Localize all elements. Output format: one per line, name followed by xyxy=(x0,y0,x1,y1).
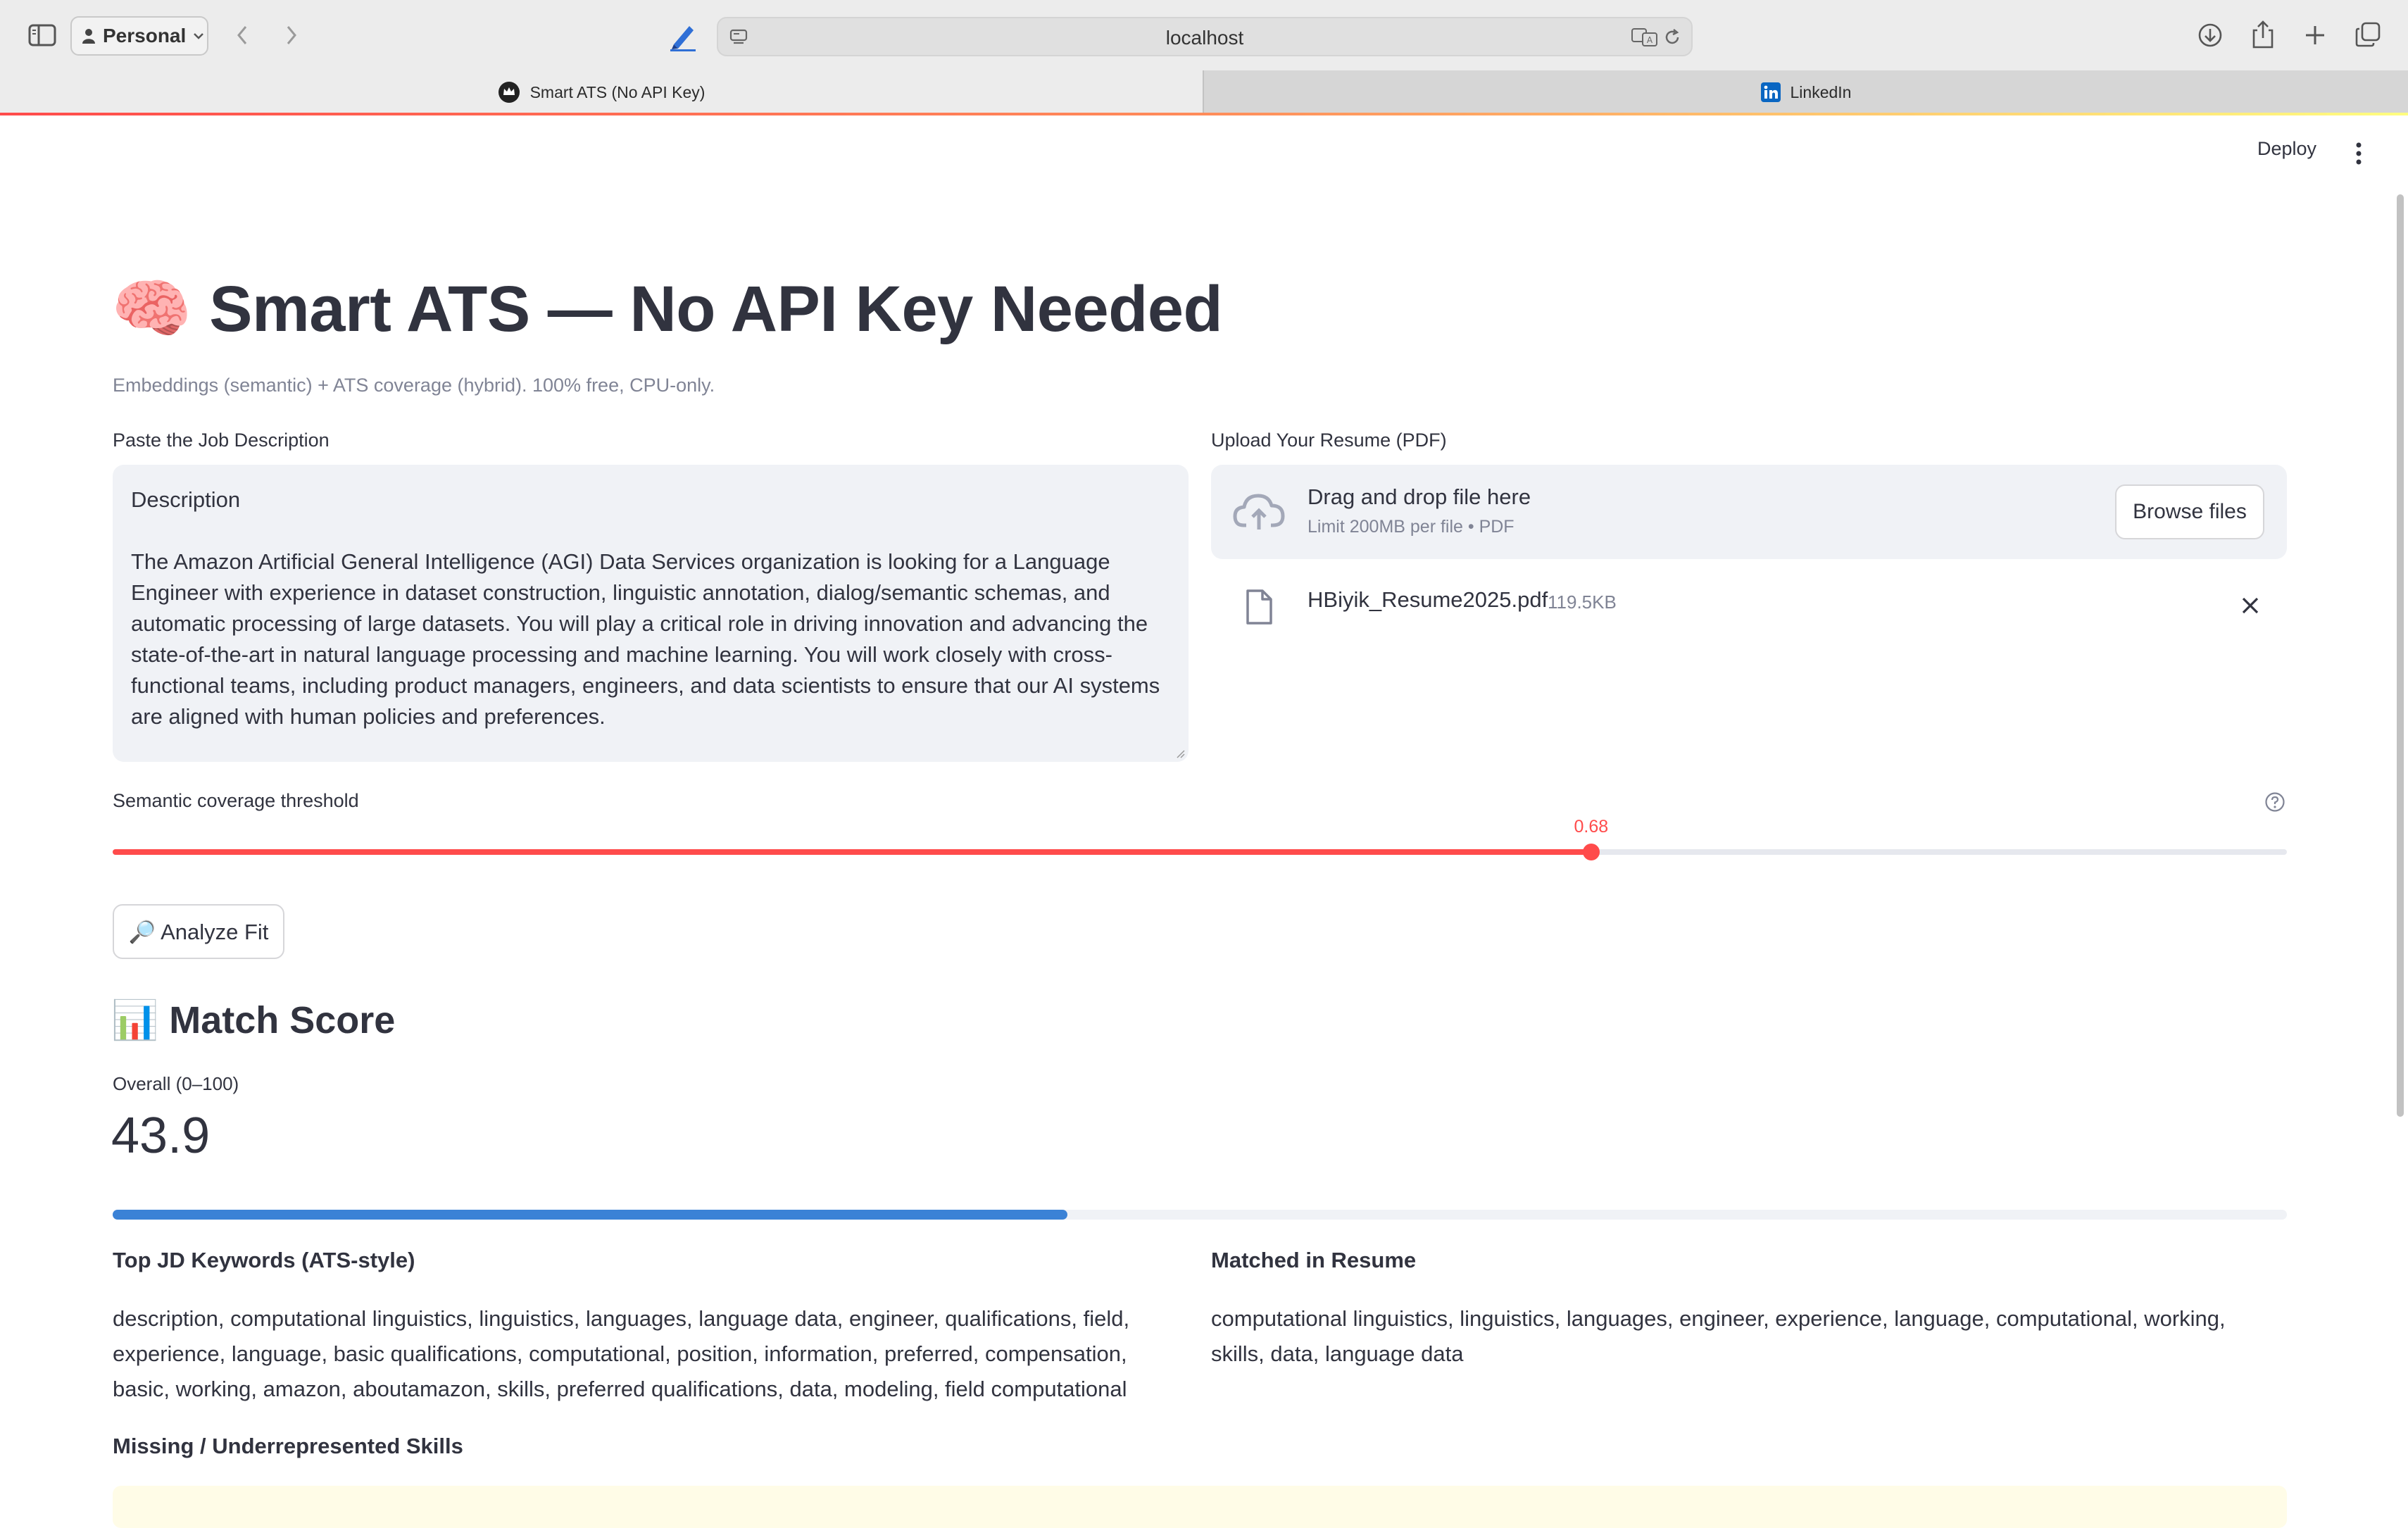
person-icon xyxy=(82,29,95,44)
sidebar-toggle-icon[interactable] xyxy=(27,21,58,49)
page-scrollbar[interactable] xyxy=(2397,194,2404,1117)
resize-handle-icon[interactable] xyxy=(1176,749,1186,759)
address-bar[interactable]: localhost A xyxy=(717,17,1693,56)
svg-text:A: A xyxy=(1647,35,1653,45)
missing-skills-heading: Missing / Underrepresented Skills xyxy=(113,1434,463,1458)
match-score-heading: 📊 Match Score xyxy=(111,999,396,1041)
score-progress-bar xyxy=(113,1210,2287,1220)
help-icon[interactable] xyxy=(2264,791,2285,813)
deploy-button[interactable]: Deploy xyxy=(2257,138,2316,160)
forward-icon[interactable] xyxy=(279,21,304,49)
url-text: localhost xyxy=(1165,27,1244,49)
slider-label: Semantic coverage threshold xyxy=(113,790,359,811)
metric-value: 43.9 xyxy=(111,1108,211,1164)
main-menu-icon[interactable] xyxy=(2354,141,2363,170)
tab-label: Smart ATS (No API Key) xyxy=(529,82,706,101)
top-keywords-heading: Top JD Keywords (ATS-style) xyxy=(113,1248,415,1272)
tab-label: LinkedIn xyxy=(1790,82,1852,101)
app-header-decoration xyxy=(0,113,2408,115)
job-description-textarea[interactable]: Description The Amazon Artificial Genera… xyxy=(113,465,1189,762)
threshold-slider[interactable] xyxy=(113,844,2287,860)
uploaded-file-name: HBiyik_Resume2025.pdf xyxy=(1308,587,1548,612)
upload-label: Upload Your Resume (PDF) xyxy=(1211,430,1447,451)
slider-thumb[interactable] xyxy=(1582,844,1600,860)
jd-heading: Description xyxy=(131,487,241,512)
missing-skills-alert xyxy=(113,1486,2287,1528)
back-icon[interactable] xyxy=(230,21,255,49)
slider-value-label: 0.68 xyxy=(1574,817,1609,837)
remove-file-icon[interactable] xyxy=(2240,596,2260,615)
profile-button[interactable]: Personal xyxy=(70,16,208,56)
reload-icon[interactable] xyxy=(1662,27,1683,48)
new-tab-icon[interactable] xyxy=(2301,21,2329,49)
dropzone-title: Drag and drop file here xyxy=(1308,484,1531,509)
chevron-down-icon xyxy=(194,33,204,39)
top-keywords-text: description, computational linguistics, … xyxy=(113,1306,1130,1401)
streamlit-crown-icon xyxy=(498,82,520,103)
score-progress-fill xyxy=(113,1210,1067,1220)
matched-keywords-text: computational linguistics, linguistics, … xyxy=(1211,1306,2226,1366)
file-icon xyxy=(1246,589,1272,625)
share-icon[interactable] xyxy=(2249,18,2277,51)
tab-linkedin[interactable]: LinkedIn xyxy=(1203,70,2408,114)
markup-pen-icon[interactable] xyxy=(666,18,701,54)
profile-label: Personal xyxy=(103,25,187,46)
metric-label: Overall (0–100) xyxy=(113,1073,239,1094)
slider-fill xyxy=(113,849,1591,855)
translate-icon[interactable]: A xyxy=(1631,27,1659,48)
page-subtitle: Embeddings (semantic) + ATS coverage (hy… xyxy=(113,375,715,396)
uploaded-file-row: HBiyik_Resume2025.pdf 119.5KB xyxy=(1211,577,2287,634)
analyze-fit-button[interactable]: 🔎 Analyze Fit xyxy=(113,904,284,959)
cloud-upload-icon xyxy=(1233,494,1285,530)
browser-toolbar: Personal localhost A xyxy=(0,0,2408,70)
jd-body: The Amazon Artificial General Intelligen… xyxy=(131,549,1160,729)
tab-bar: Smart ATS (No API Key) LinkedIn xyxy=(0,70,2408,114)
dropzone-limit: Limit 200MB per file • PDF xyxy=(1308,517,1515,537)
tab-overview-icon[interactable] xyxy=(2353,20,2383,49)
tab-smart-ats[interactable]: Smart ATS (No API Key) xyxy=(0,70,1203,114)
uploaded-file-size: 119.5KB xyxy=(1548,591,1617,613)
matched-heading: Matched in Resume xyxy=(1211,1248,1417,1272)
file-dropzone[interactable]: Drag and drop file here Limit 200MB per … xyxy=(1211,465,2287,559)
linkedin-icon xyxy=(1760,82,1781,102)
downloads-icon[interactable] xyxy=(2195,20,2225,51)
page-title: 🧠 Smart ATS — No API Key Needed xyxy=(111,273,1223,345)
jd-label: Paste the Job Description xyxy=(113,430,330,451)
browse-files-button[interactable]: Browse files xyxy=(2115,484,2264,539)
